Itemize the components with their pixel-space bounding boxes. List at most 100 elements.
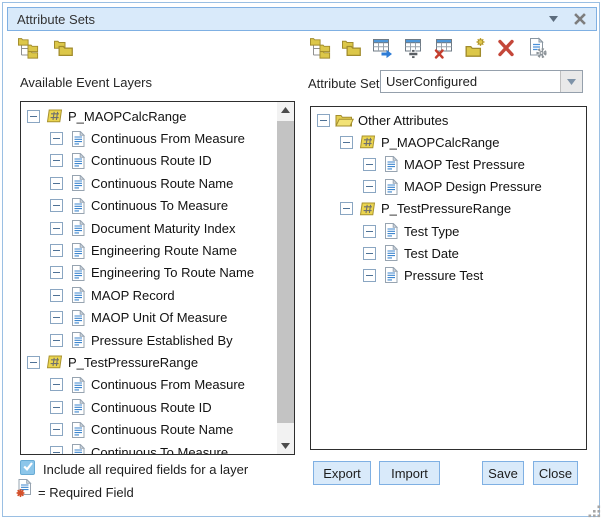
attribute-set-properties-button[interactable] <box>525 38 549 62</box>
tree-item-label: MAOP Design Pressure <box>404 179 542 194</box>
collapse-toggle[interactable] <box>27 110 40 123</box>
field-icon <box>381 245 400 261</box>
scroll-down-icon[interactable] <box>277 438 294 454</box>
collapse-toggle[interactable] <box>50 154 63 167</box>
include-required-checkbox[interactable] <box>20 460 35 475</box>
tree-item[interactable]: Other Attributes <box>311 109 586 131</box>
expand-attributes-button[interactable] <box>308 38 332 62</box>
new-attribute-set-button[interactable] <box>401 38 425 62</box>
collapse-toggle[interactable] <box>363 225 376 238</box>
collapse-toggle[interactable] <box>363 158 376 171</box>
field-icon <box>68 422 87 438</box>
collapse-toggle[interactable] <box>50 401 63 414</box>
tree-item-label: Document Maturity Index <box>91 221 236 236</box>
collapse-toggle[interactable] <box>363 269 376 282</box>
checkmark-icon <box>22 459 34 477</box>
expand-event-layers-button[interactable] <box>16 38 40 62</box>
collapse-toggle[interactable] <box>50 222 63 235</box>
collapse-toggle[interactable] <box>340 202 353 215</box>
attribute-set-tree: Other AttributesP_MAOPCalcRangeMAOP Test… <box>311 107 586 449</box>
collapse-toggle[interactable] <box>50 378 63 391</box>
tree-item[interactable]: Continuous Route Name <box>21 418 277 440</box>
close-icon[interactable] <box>572 12 587 27</box>
tree-item[interactable]: Continuous Route Name <box>21 172 277 194</box>
remove-selected-button[interactable] <box>494 38 518 62</box>
tree-item[interactable]: Continuous Route ID <box>21 396 277 418</box>
field-icon <box>68 175 87 191</box>
field-icon <box>68 153 87 169</box>
collapse-toggle[interactable] <box>50 266 63 279</box>
new-attribute-group-button[interactable] <box>463 38 487 62</box>
delete-attribute-set-button[interactable] <box>432 38 456 62</box>
tree-item[interactable]: Continuous To Measure <box>21 195 277 217</box>
tree-item[interactable]: Continuous From Measure <box>21 127 277 149</box>
scroll-up-icon[interactable] <box>277 102 294 118</box>
tree-item[interactable]: MAOP Test Pressure <box>311 153 586 175</box>
close-button[interactable]: Close <box>533 461 578 485</box>
collapse-toggle[interactable] <box>50 244 63 257</box>
tree-item[interactable]: Document Maturity Index <box>21 217 277 239</box>
combo-dropdown-button[interactable] <box>560 71 582 92</box>
collapse-toggle[interactable] <box>50 334 63 347</box>
tree-item[interactable]: MAOP Unit Of Measure <box>21 307 277 329</box>
attribute-set-combo[interactable]: UserConfigured <box>380 70 583 93</box>
required-field-icon <box>16 479 33 503</box>
table-arrow-icon <box>371 37 393 64</box>
tree-item[interactable]: P_TestPressureRange <box>311 198 586 220</box>
table-remove-icon <box>433 37 455 64</box>
collapse-toggle[interactable] <box>363 180 376 193</box>
titlebar[interactable]: Attribute Sets <box>7 7 597 31</box>
tree-item-label: Continuous Route Name <box>91 176 233 191</box>
export-button[interactable]: Export <box>313 461 371 485</box>
tree-item[interactable]: Test Date <box>311 242 586 264</box>
window-controls <box>546 12 587 27</box>
collapse-toggle[interactable] <box>50 289 63 302</box>
field-icon <box>381 223 400 239</box>
tree-item-label: Pressure Established By <box>91 333 233 348</box>
collapse-toggle[interactable] <box>340 136 353 149</box>
tree-item-label: P_TestPressureRange <box>68 355 198 370</box>
tree-item[interactable]: Test Type <box>311 220 586 242</box>
collapse-toggle[interactable] <box>363 247 376 260</box>
caret-down-icon[interactable] <box>546 12 561 27</box>
save-attribute-set-button[interactable] <box>370 38 394 62</box>
tree-item[interactable]: P_MAOPCalcRange <box>21 105 277 127</box>
collapse-toggle[interactable] <box>50 132 63 145</box>
save-button[interactable]: Save <box>482 461 524 485</box>
tree-item[interactable]: Pressure Established By <box>21 329 277 351</box>
tree-item[interactable]: MAOP Record <box>21 284 277 306</box>
event-layer-icon <box>45 109 64 123</box>
tree-item[interactable]: Engineering Route Name <box>21 239 277 261</box>
tree-item-label: Continuous Route ID <box>91 153 212 168</box>
tree-item[interactable]: Continuous Route ID <box>21 150 277 172</box>
scrollbar-thumb[interactable] <box>277 121 294 423</box>
tree-item[interactable]: MAOP Design Pressure <box>311 176 586 198</box>
tree-item-label: Continuous To Measure <box>91 445 228 454</box>
collapse-toggle[interactable] <box>317 114 330 127</box>
tree-item[interactable]: Pressure Test <box>311 264 586 286</box>
collapse-toggle[interactable] <box>50 423 63 436</box>
vertical-scrollbar[interactable] <box>277 102 294 454</box>
import-button[interactable]: Import <box>379 461 440 485</box>
collapse-toggle[interactable] <box>50 199 63 212</box>
collapse-toggle[interactable] <box>50 177 63 190</box>
tree-folders-icon <box>309 37 331 64</box>
tree-item[interactable]: P_TestPressureRange <box>21 351 277 373</box>
tree-item-label: Engineering To Route Name <box>91 265 254 280</box>
tree-item[interactable]: Engineering To Route Name <box>21 262 277 284</box>
tree-folders-icon <box>17 37 39 64</box>
collapse-toggle[interactable] <box>50 446 63 454</box>
collapse-attributes-button[interactable] <box>339 38 363 62</box>
collapse-event-layers-button[interactable] <box>51 38 75 62</box>
dialog-title: Attribute Sets <box>17 12 95 27</box>
tree-item[interactable]: P_MAOPCalcRange <box>311 131 586 153</box>
field-icon <box>68 198 87 214</box>
tree-item[interactable]: Continuous To Measure <box>21 441 277 454</box>
attribute-sets-dialog: Attribute Sets Available Event Layers At… <box>0 0 604 521</box>
collapse-toggle[interactable] <box>27 356 40 369</box>
resize-grip[interactable] <box>588 505 601 518</box>
field-icon <box>68 131 87 147</box>
tree-item[interactable]: Continuous From Measure <box>21 374 277 396</box>
collapse-toggle[interactable] <box>50 311 63 324</box>
tree-item-label: Test Type <box>404 224 459 239</box>
